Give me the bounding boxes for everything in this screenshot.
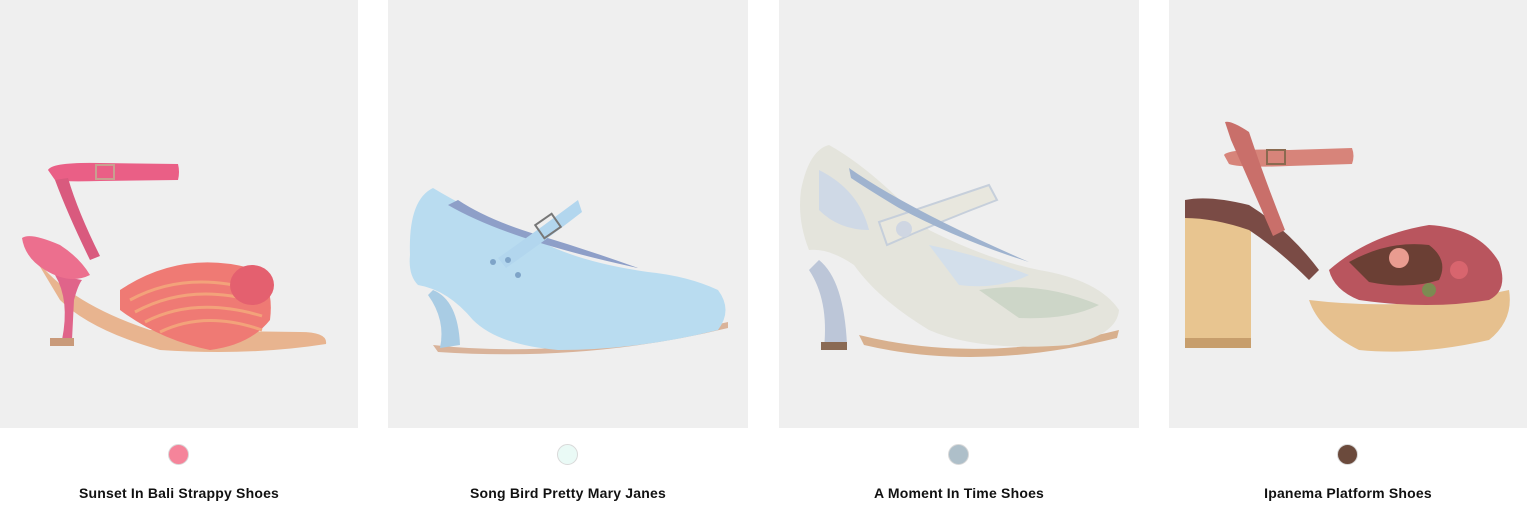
product-card[interactable]: Ipanema Platform Shoes <box>1169 0 1527 508</box>
floral-mary-jane-image <box>800 145 1119 357</box>
product-card[interactable]: Sunset In Bali Strappy Shoes <box>0 0 358 508</box>
product-grid: Sunset In Bali Strappy Shoes Song Bird P… <box>0 0 1527 508</box>
color-swatch[interactable] <box>1337 444 1358 465</box>
mary-jane-shoe-image <box>409 188 728 355</box>
product-image[interactable] <box>1169 0 1527 428</box>
product-name-link[interactable]: A Moment In Time Shoes <box>779 484 1139 502</box>
color-swatch[interactable] <box>948 444 969 465</box>
product-name-link[interactable]: Song Bird Pretty Mary Janes <box>388 484 748 502</box>
platform-sandal-image <box>1185 121 1510 352</box>
color-swatch[interactable] <box>557 444 578 465</box>
strappy-sandal-image <box>22 162 327 352</box>
product-image[interactable] <box>0 0 358 428</box>
product-name-link[interactable]: Ipanema Platform Shoes <box>1169 484 1527 502</box>
color-swatch[interactable] <box>168 444 189 465</box>
product-name-link[interactable]: Sunset In Bali Strappy Shoes <box>0 484 358 502</box>
product-image[interactable] <box>388 0 748 428</box>
product-card[interactable]: Song Bird Pretty Mary Janes <box>388 0 748 508</box>
product-card[interactable]: A Moment In Time Shoes <box>779 0 1139 508</box>
product-image[interactable] <box>779 0 1139 428</box>
